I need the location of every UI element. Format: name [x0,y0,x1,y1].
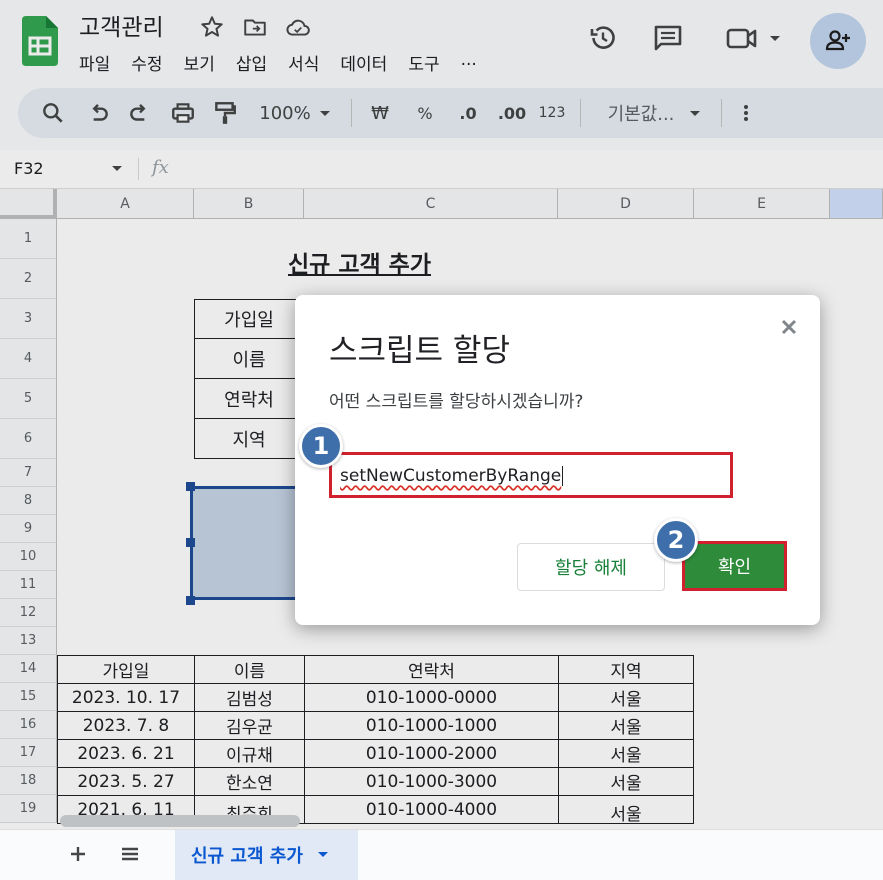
script-name-value: setNewCustomerByRange [340,466,562,486]
sheet-tab-label: 신규 고객 추가 [191,846,303,867]
all-sheets-menu-icon[interactable] [118,842,142,866]
script-name-input[interactable]: setNewCustomerByRange [329,452,733,498]
close-icon[interactable] [777,315,801,339]
add-sheet-icon[interactable] [66,842,90,866]
step-badge-1: 1 [299,424,343,468]
dialog-title: 스크립트 할당 [329,333,510,369]
sheet-tab-active[interactable]: 신규 고객 추가 [175,830,358,880]
sheet-tabs-bar: 신규 고객 추가 [0,829,883,880]
step-badge-2: 2 [654,518,698,562]
ok-button[interactable]: 확인 [682,541,787,591]
unassign-button[interactable]: 할당 해제 [517,543,665,591]
chevron-down-icon[interactable] [317,849,329,861]
text-caret [562,466,564,486]
dialog-question: 어떤 스크립트를 할당하시겠습니까? [329,392,584,412]
assign-script-dialog: 스크립트 할당 어떤 스크립트를 할당하시겠습니까? setNewCustome… [295,295,820,625]
